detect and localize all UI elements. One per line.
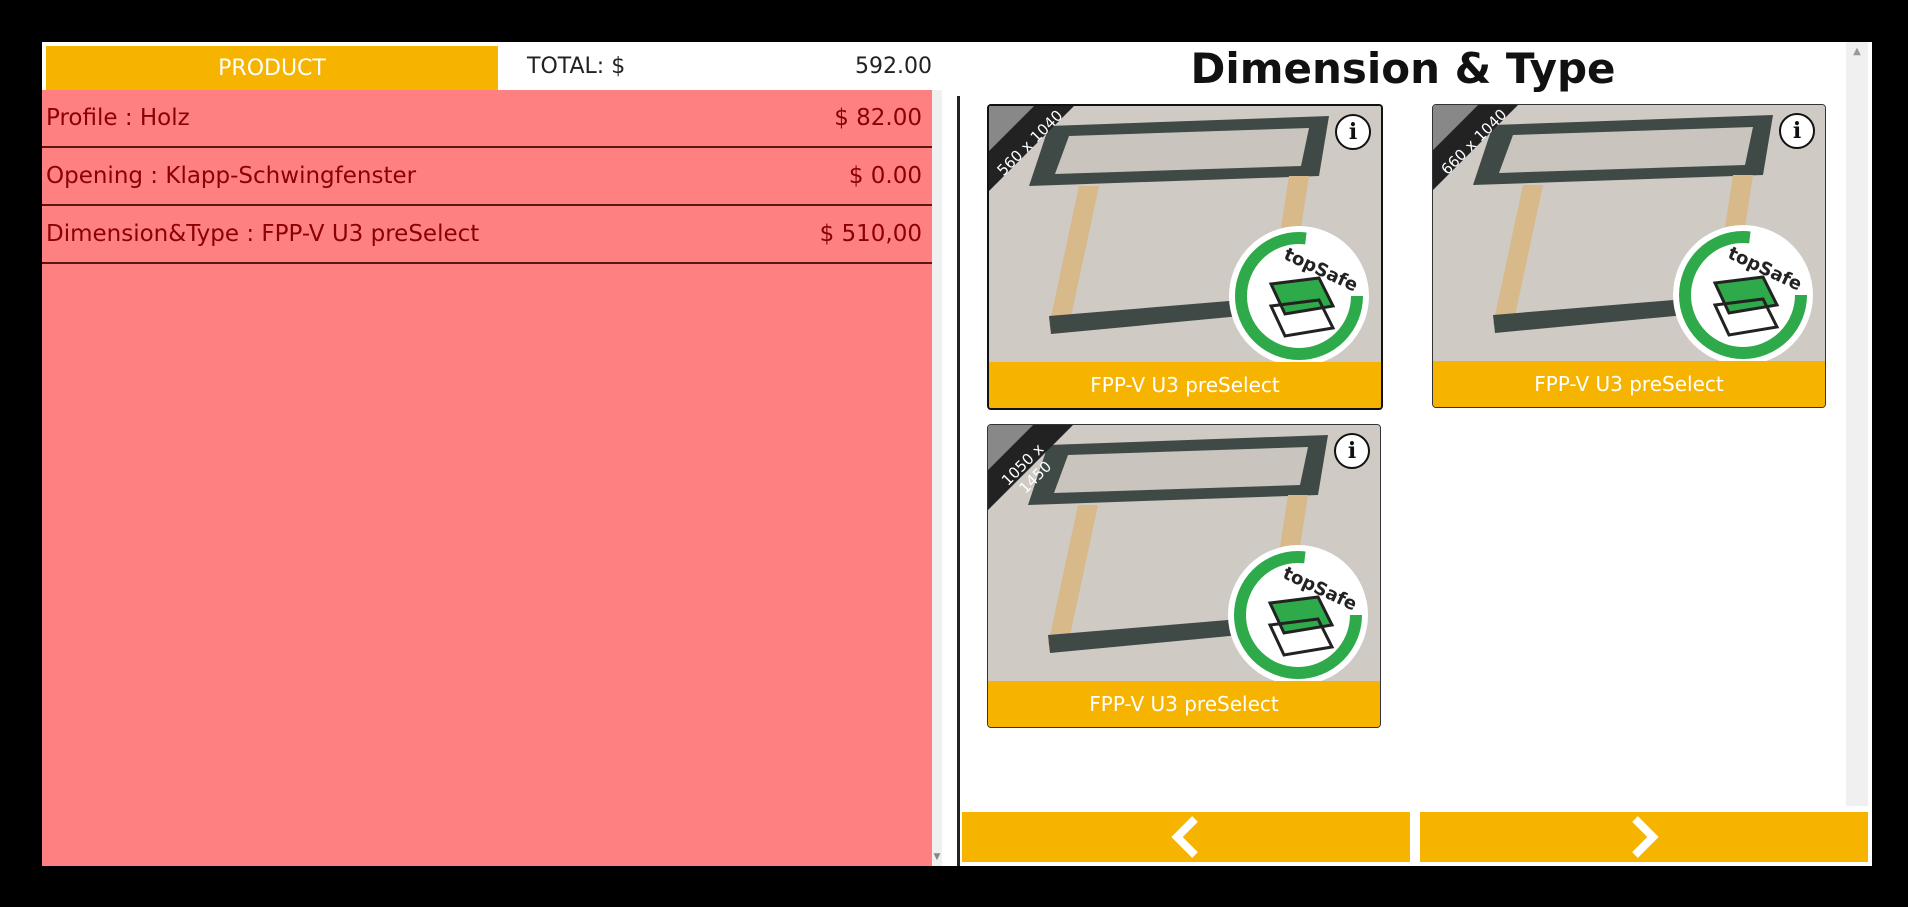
- product-card[interactable]: topSafe 660 x 1040 i FPP-V U3 preSelect: [1432, 104, 1826, 408]
- chevron-right-icon: [1632, 816, 1659, 858]
- product-card[interactable]: topSafe 560 x 1040 i FPP-V U3 preSelect: [987, 104, 1383, 410]
- item-label: Opening : Klapp-Schwingfenster: [46, 163, 417, 189]
- card-label: FPP-V U3 preSelect: [989, 362, 1381, 408]
- info-icon[interactable]: i: [1335, 114, 1371, 150]
- list-item[interactable]: Dimension&Type : FPP-V U3 preSelect $ 51…: [42, 206, 932, 264]
- selection-list: Profile : Holz $ 82.00 Opening : Klapp-S…: [42, 90, 932, 866]
- scroll-up-arrow-icon[interactable]: ▲: [1846, 46, 1868, 57]
- product-card[interactable]: topSafe 1050 x 1450 i FPP-V U3 preSelect: [987, 424, 1381, 728]
- product-tab[interactable]: PRODUCT: [46, 46, 498, 90]
- total-value: 592.00: [855, 54, 932, 79]
- item-price: $ 82.00: [834, 105, 922, 131]
- item-price: $ 0.00: [848, 163, 922, 189]
- list-item[interactable]: Opening : Klapp-Schwingfenster $ 0.00: [42, 148, 932, 206]
- total-label: TOTAL: $: [527, 54, 626, 79]
- configurator-window: PRODUCT TOTAL: $ 592.00 Profile : Holz $…: [42, 42, 1872, 866]
- item-price: $ 510,00: [819, 221, 922, 247]
- scroll-down-arrow-icon[interactable]: ▼: [932, 852, 942, 862]
- info-icon[interactable]: i: [1334, 433, 1370, 469]
- previous-button[interactable]: [962, 812, 1410, 862]
- info-icon[interactable]: i: [1779, 113, 1815, 149]
- next-button[interactable]: [1420, 812, 1868, 862]
- grid-scrollbar[interactable]: ▲: [1846, 42, 1868, 806]
- list-scrollbar[interactable]: ▼: [932, 90, 942, 866]
- chevron-left-icon: [1171, 816, 1198, 858]
- card-label: FPP-V U3 preSelect: [988, 681, 1380, 727]
- item-label: Dimension&Type : FPP-V U3 preSelect: [46, 221, 480, 247]
- card-label: FPP-V U3 preSelect: [1433, 361, 1825, 407]
- summary-panel: PRODUCT TOTAL: $ 592.00 Profile : Holz $…: [42, 42, 942, 866]
- list-item[interactable]: Profile : Holz $ 82.00: [42, 90, 932, 148]
- item-label: Profile : Holz: [46, 105, 190, 131]
- panel-title: Dimension & Type: [1190, 44, 1616, 93]
- panel-divider: [957, 96, 960, 866]
- summary-header: PRODUCT TOTAL: $ 592.00: [42, 42, 942, 90]
